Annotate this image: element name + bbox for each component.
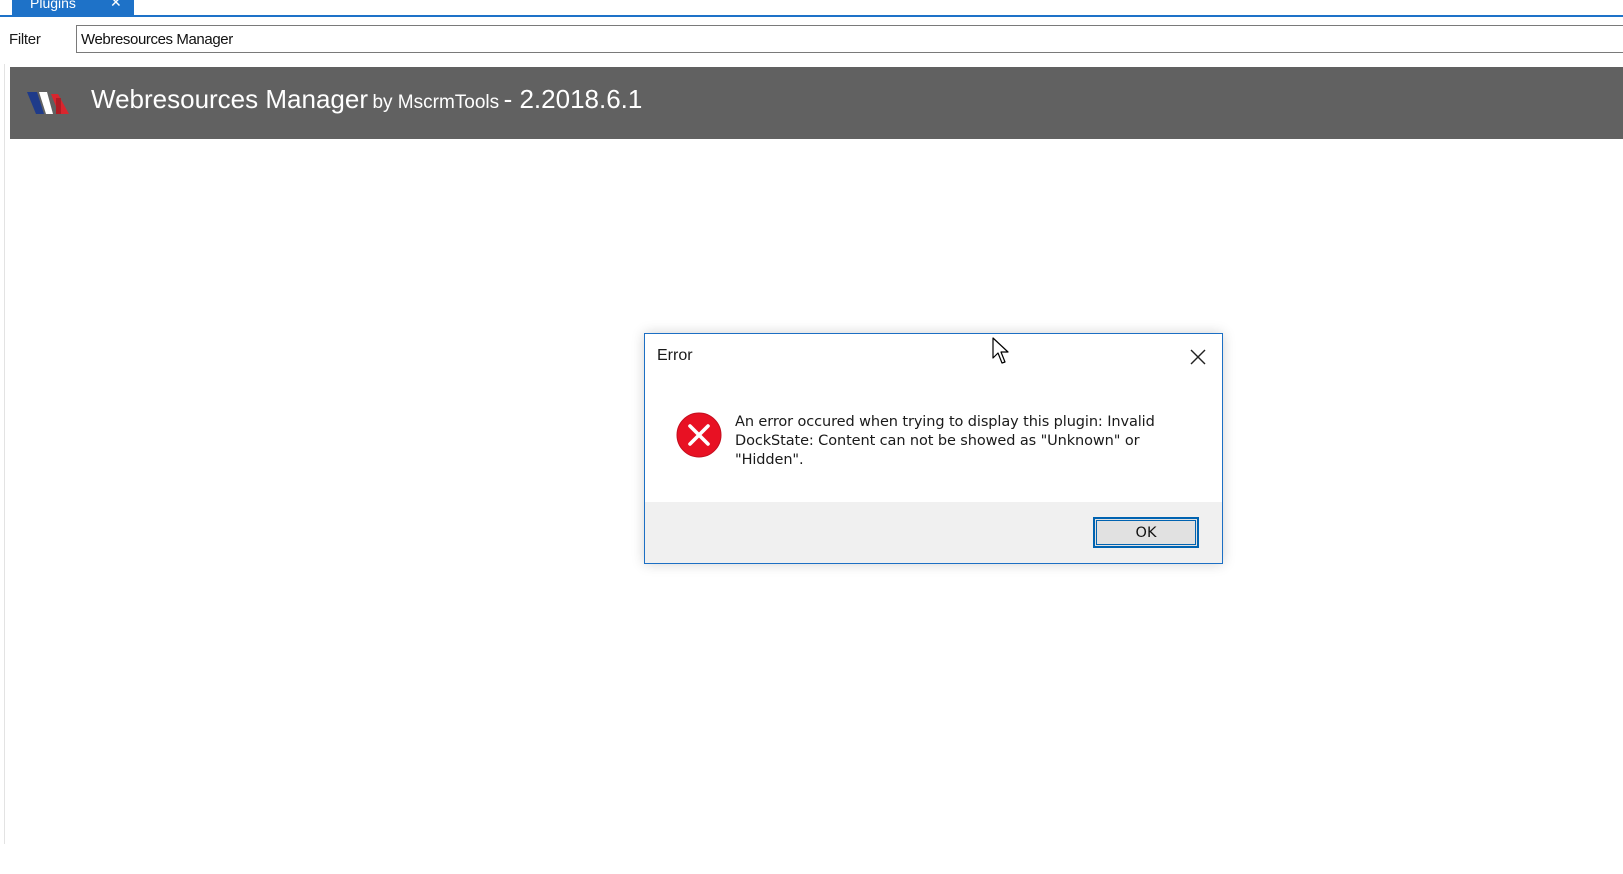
- plugin-author: by MscrmTools: [372, 92, 500, 113]
- mouse-cursor-icon: [992, 337, 1009, 364]
- filter-label: Filter: [9, 31, 41, 48]
- dialog-message: An error occured when trying to display …: [735, 414, 1155, 468]
- dialog-title: Error: [657, 347, 693, 364]
- ok-button[interactable]: OK: [1093, 517, 1199, 548]
- tab-label: Plugins: [30, 0, 76, 11]
- plugin-title: Webresources Manager by MscrmTools - 2.2…: [91, 84, 642, 115]
- error-dialog: Error An error occured when trying to di…: [644, 333, 1223, 564]
- tab-plugins[interactable]: Plugins ✕: [12, 0, 134, 15]
- filter-input[interactable]: [76, 25, 1623, 53]
- tab-strip: Plugins ✕: [0, 0, 1623, 17]
- app-window: Plugins ✕ Filter Webresources Manager by…: [0, 0, 1623, 874]
- mscrmtools-logo-icon: [27, 92, 69, 114]
- tab-close-icon[interactable]: ✕: [110, 0, 124, 11]
- error-icon: [676, 412, 722, 458]
- close-icon[interactable]: [1187, 346, 1209, 368]
- plugin-version: - 2.2018.6.1: [503, 84, 643, 114]
- plugin-name: Webresources Manager: [91, 84, 368, 114]
